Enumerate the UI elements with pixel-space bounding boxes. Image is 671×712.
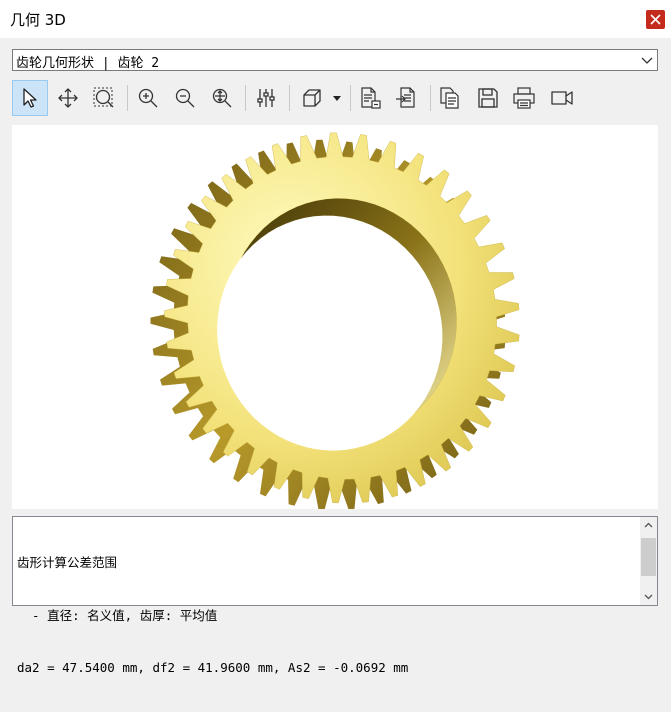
gear-model[interactable] [12, 125, 658, 511]
cursor-arrow-icon [23, 88, 37, 108]
output-text: 齿形计算公差范围 - 直径: 名义值, 齿厚: 平均值 da2 = 47.540… [17, 519, 629, 712]
vertical-scrollbar[interactable] [640, 517, 657, 605]
save-icon [478, 88, 498, 108]
copy-icon [440, 87, 459, 109]
cube-icon [303, 89, 321, 107]
settings-sliders-button[interactable] [248, 80, 284, 116]
select-tool-button[interactable] [12, 80, 48, 116]
scroll-down-button[interactable] [640, 588, 657, 605]
video-camera-icon [551, 91, 573, 105]
view-cube-button[interactable] [294, 80, 330, 116]
title-bar: 几何 3D [0, 0, 671, 38]
zoom-fit-button[interactable] [204, 80, 240, 116]
save-button[interactable] [470, 80, 506, 116]
output-line: da2 = 47.5400 mm, df2 = 41.9600 mm, As2 … [17, 660, 409, 675]
scrollbar-thumb[interactable] [641, 538, 656, 576]
zoom-window-button[interactable] [86, 80, 122, 116]
close-button[interactable] [646, 10, 665, 29]
sliders-icon [257, 89, 275, 107]
toolbar-separator [245, 85, 246, 111]
chevron-down-icon [644, 594, 653, 600]
document-import-icon [396, 87, 415, 108]
close-icon [650, 14, 661, 25]
printer-icon [513, 87, 535, 109]
toolbar-separator [430, 85, 431, 111]
toolbar-separator [127, 85, 128, 111]
document-export-icon [361, 87, 381, 109]
copy-button[interactable] [432, 80, 468, 116]
toolbar [12, 80, 658, 116]
import-document-button[interactable] [389, 80, 425, 116]
chevron-up-icon [644, 522, 653, 528]
dropdown-arrow-icon [333, 96, 341, 101]
move-arrows-icon [58, 88, 78, 108]
export-document-button[interactable] [352, 80, 388, 116]
3d-viewport[interactable] [12, 125, 658, 511]
output-line: - 直径: 名义值, 齿厚: 平均值 [17, 607, 218, 623]
window-title: 几何 3D [10, 11, 66, 29]
zoom-in-button[interactable] [130, 80, 166, 116]
zoom-fit-icon [212, 88, 232, 108]
gear-view-select[interactable]: 齿轮几何形状 | 齿轮 2 [12, 49, 658, 71]
view-dropdown-button[interactable] [328, 80, 346, 116]
pan-button[interactable] [50, 80, 86, 116]
print-button[interactable] [506, 80, 542, 116]
zoom-window-icon [93, 87, 114, 108]
toolbar-separator [289, 85, 290, 111]
zoom-out-button[interactable] [167, 80, 203, 116]
zoom-out-icon [175, 88, 195, 108]
toolbar-separator [350, 85, 351, 111]
record-video-button[interactable] [544, 80, 580, 116]
zoom-in-icon [138, 88, 158, 108]
chevron-down-icon [641, 57, 653, 64]
scroll-up-button[interactable] [640, 517, 657, 534]
gear-view-select-value: 齿轮几何形状 | 齿轮 2 [16, 56, 160, 71]
output-line: 齿形计算公差范围 [17, 555, 118, 570]
output-panel: 齿形计算公差范围 - 直径: 名义值, 齿厚: 平均值 da2 = 47.540… [12, 516, 658, 675]
